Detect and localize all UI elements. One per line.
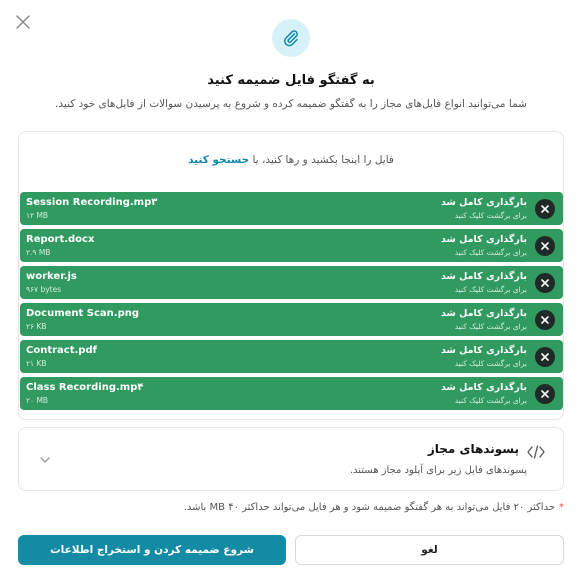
remove-file-button[interactable] [535, 273, 555, 293]
remove-file-button[interactable] [535, 236, 555, 256]
drop-instructions: فایل را اینجا بکشید و رها کنید، یا جستجو… [19, 154, 563, 166]
file-row[interactable]: Document Scan.png ۲۶ KB بارگذاری کامل شد… [20, 303, 563, 336]
upload-hint: برای برگشت کلیک کنید [454, 248, 527, 257]
file-name: Session Recording.mp۳ [26, 197, 158, 208]
close-icon [541, 316, 549, 324]
dialog-title: به گفتگو فایل ضمیمه کنید [207, 73, 375, 88]
file-row[interactable]: Report.docx ۲.۹ MB بارگذاری کامل شد برای… [20, 229, 563, 262]
upload-status: بارگذاری کامل شد [441, 382, 527, 393]
browse-link[interactable]: جستجو کنید [188, 154, 249, 166]
file-size: ۲۶ KB [26, 322, 47, 331]
file-name: Document Scan.png [26, 308, 140, 319]
extensions-subtitle: پسوندهای فایل زیر برای آپلود مجاز هستند. [349, 465, 527, 476]
attach-files-dialog: به گفتگو فایل ضمیمه کنید شما می‌توانید ا… [0, 0, 582, 582]
upload-hint: برای برگشت کلیک کنید [454, 285, 527, 294]
required-star: * [559, 502, 564, 513]
file-row[interactable]: Contract.pdf ۲۱ KB بارگذاری کامل شد برای… [20, 340, 563, 373]
file-size: ۱۲ MB [26, 211, 49, 220]
upload-status: بارگذاری کامل شد [441, 271, 527, 282]
upload-hint: برای برگشت کلیک کنید [454, 211, 527, 220]
remove-file-button[interactable] [535, 384, 555, 404]
close-icon [16, 15, 30, 29]
file-name: Report.docx [26, 234, 95, 245]
close-button[interactable] [14, 13, 32, 31]
upload-limit-note: * حداکثر ۲۰ فایل می‌تواند به هر گفتگو ضمی… [184, 502, 564, 513]
allowed-extensions-accordion[interactable]: پسوندهای مجاز پسوندهای فایل زیر برای آپل… [18, 427, 564, 491]
cancel-button[interactable]: لغو [295, 535, 564, 565]
close-icon [541, 390, 549, 398]
file-size: ۲.۹ MB [26, 248, 51, 257]
dialog-subtitle: شما می‌توانید انواع فایل‌های مجاز را به … [55, 98, 527, 110]
file-name: worker.js [26, 271, 77, 282]
file-row[interactable]: worker.js ۹۶۷ bytes بارگذاری کامل شد برا… [20, 266, 563, 299]
close-icon [541, 279, 549, 287]
remove-file-button[interactable] [535, 199, 555, 219]
extensions-title: پسوندهای مجاز [427, 442, 519, 456]
paperclip-icon [283, 30, 298, 47]
file-size: ۹۶۷ bytes [26, 285, 62, 294]
file-size: ۲۰ MB [26, 396, 49, 405]
close-icon [541, 242, 549, 250]
chevron-down-icon [40, 457, 50, 463]
file-size: ۲۱ KB [26, 359, 47, 368]
close-icon [541, 205, 549, 213]
upload-hint: برای برگشت کلیک کنید [454, 322, 527, 331]
upload-status: بارگذاری کامل شد [441, 234, 527, 245]
code-icon [527, 445, 545, 459]
header-icon-circle [272, 19, 310, 57]
remove-file-button[interactable] [535, 310, 555, 330]
file-name: Class Recording.mp۴ [26, 382, 144, 393]
start-attach-button[interactable]: شروع ضمیمه کردن و استخراج اطلاعات [18, 535, 286, 565]
upload-dropzone[interactable]: فایل را اینجا بکشید و رها کنید، یا جستجو… [18, 131, 564, 420]
remove-file-button[interactable] [535, 347, 555, 367]
limit-text: حداکثر ۲۰ فایل می‌تواند به هر گفتگو ضمیم… [183, 502, 555, 513]
file-name: Contract.pdf [26, 345, 97, 356]
upload-hint: برای برگشت کلیک کنید [454, 359, 527, 368]
upload-status: بارگذاری کامل شد [441, 197, 527, 208]
file-row[interactable]: Session Recording.mp۳ ۱۲ MB بارگذاری کام… [20, 192, 563, 225]
close-icon [541, 353, 549, 361]
file-row[interactable]: Class Recording.mp۴ ۲۰ MB بارگذاری کامل … [20, 377, 563, 410]
drop-text: فایل را اینجا بکشید و رها کنید، یا [252, 154, 394, 166]
upload-hint: برای برگشت کلیک کنید [454, 396, 527, 405]
upload-status: بارگذاری کامل شد [441, 345, 527, 356]
upload-status: بارگذاری کامل شد [441, 308, 527, 319]
